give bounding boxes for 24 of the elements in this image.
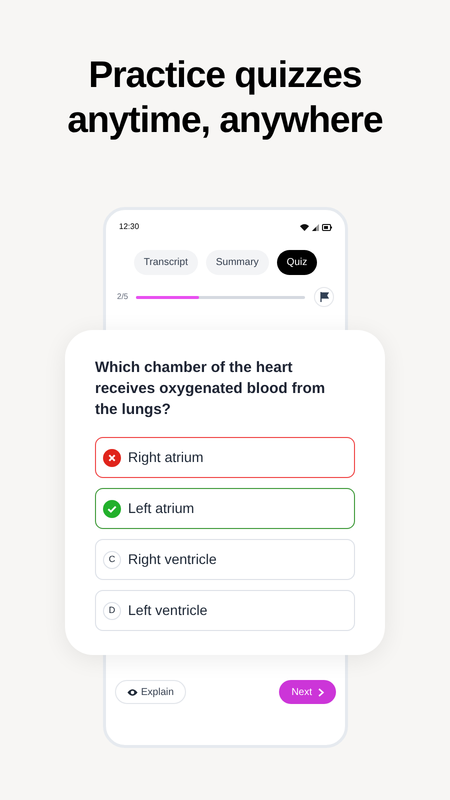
chevron-right-icon: [318, 688, 324, 696]
question-text: Which chamber of the heart receives oxygenated blood from the lungs?: [95, 358, 326, 420]
flag-icon: [320, 292, 328, 302]
next-button[interactable]: Next: [279, 680, 336, 704]
answer-option[interactable]: Left atrium: [95, 488, 355, 529]
status-time: 12:30: [119, 221, 140, 233]
tab[interactable]: Summary: [206, 250, 269, 275]
option-letter: D: [103, 602, 121, 620]
signal-icon: [312, 224, 319, 230]
cross-icon: [103, 448, 121, 466]
option-letter: C: [103, 550, 121, 568]
answer-option[interactable]: C Right ventricle: [95, 539, 355, 580]
wifi-icon: [300, 224, 309, 230]
tab[interactable]: Transcript: [134, 250, 198, 275]
question-counter: 2/5: [117, 291, 130, 303]
flag-button[interactable]: [314, 287, 334, 307]
headline: Practice quizzes anytime, anywhere: [66, 53, 384, 142]
eye-icon: [127, 688, 138, 696]
battery-icon: [322, 224, 332, 230]
tab[interactable]: Quiz: [276, 250, 318, 275]
check-icon: [103, 500, 121, 518]
answer-option[interactable]: Right atrium: [95, 437, 355, 478]
explain-button[interactable]: Explain: [115, 680, 186, 704]
answer-option[interactable]: D Left ventricle: [95, 590, 355, 631]
